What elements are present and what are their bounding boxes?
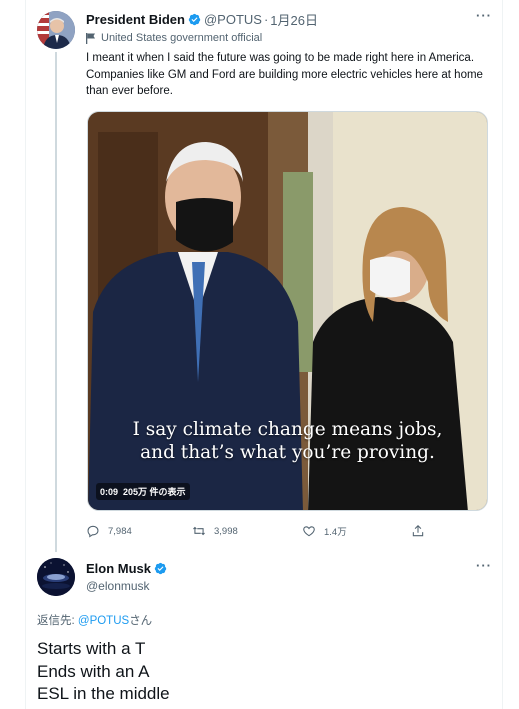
video-info-badge: 0:09 205万 件の表示 [96, 483, 190, 500]
like-button[interactable]: 1.4万 [302, 524, 347, 538]
handle[interactable]: @elonmusk [86, 579, 150, 593]
tweet-text-line: Starts with a T [37, 639, 146, 658]
video-duration: 0:09 [100, 487, 119, 497]
tweet-actions: 7,984 3,998 1.4万 [86, 524, 426, 542]
tweet-text-line: Ends with an A [37, 661, 150, 681]
reply-button[interactable]: 7,984 [86, 524, 132, 538]
share-icon [412, 525, 424, 537]
verified-badge-icon [188, 13, 201, 26]
tweet-header: Elon Musk [86, 561, 170, 576]
verified-badge-icon [154, 562, 167, 575]
reply-context: 返信先: @POTUSさん [37, 612, 152, 628]
handle[interactable]: @POTUS [204, 12, 262, 27]
flag-icon [86, 32, 95, 44]
reply-prefix: 返信先: [37, 615, 78, 627]
video-caption-line2: and that’s what you’re proving. [140, 442, 435, 463]
separator-dot: · [263, 12, 269, 27]
retweet-icon [193, 526, 205, 536]
avatar[interactable] [37, 11, 75, 49]
tweet-text: Starts with a T Ends with an A ESL in th… [37, 638, 170, 706]
tweet-text-line: ESL in the middle [37, 684, 170, 703]
reply-link[interactable]: @POTUS [78, 615, 129, 627]
government-label: United States government official [86, 32, 262, 44]
video-caption-line1: I say climate change means jobs, [132, 419, 443, 440]
reply-count: 7,984 [108, 525, 132, 537]
thread-connector [55, 52, 57, 552]
avatar[interactable] [37, 558, 75, 596]
tweet-date[interactable]: 1月26日 [270, 10, 318, 29]
heart-icon [303, 526, 315, 537]
tweet-text: I meant it when I said the future was go… [86, 52, 483, 97]
more-options-icon[interactable]: ··· [476, 558, 492, 573]
retweet-button[interactable]: 3,998 [192, 524, 238, 538]
display-name[interactable]: President Biden [86, 12, 185, 27]
reply-suffix: さん [129, 615, 153, 627]
like-count: 1.4万 [324, 527, 347, 538]
government-label-text: United States government official [101, 32, 263, 44]
video-view-count: 205万 件の表示 [123, 487, 186, 497]
more-options-icon[interactable]: ··· [476, 8, 492, 23]
reply-icon [87, 525, 99, 538]
share-button[interactable] [411, 524, 433, 538]
retweet-count: 3,998 [214, 525, 238, 537]
display-name[interactable]: Elon Musk [86, 561, 151, 576]
video-player[interactable]: I say climate change means jobs, and tha… [87, 111, 488, 511]
tweet-header: President Biden @POTUS · 1月26日 [86, 10, 318, 29]
